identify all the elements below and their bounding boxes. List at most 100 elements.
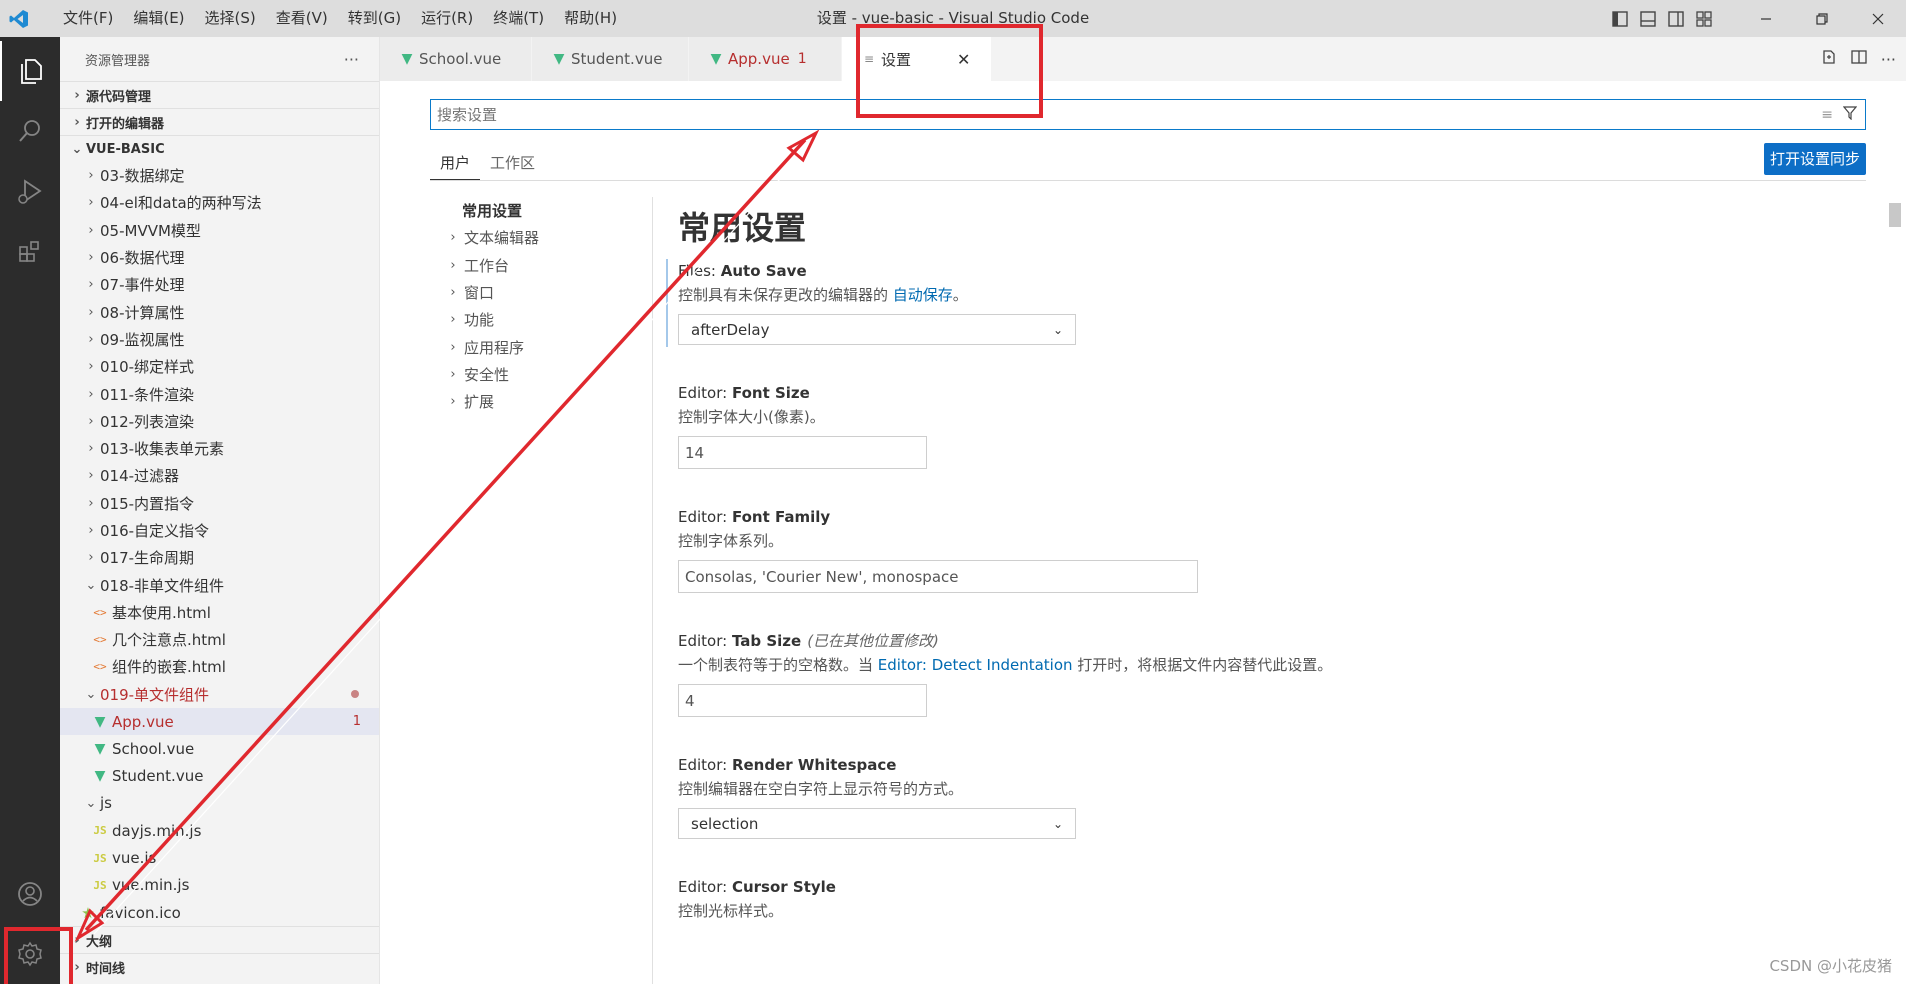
toggle-sidebar-icon[interactable] [1609, 8, 1631, 30]
more-actions-icon[interactable]: ··· [344, 50, 359, 69]
file-row[interactable]: ▼ Student.vue [60, 763, 379, 790]
file-row-app-vue[interactable]: ▼ App.vue 1 [60, 707, 379, 736]
folder-row[interactable]: › 010-绑定样式 [60, 353, 379, 380]
folder-row[interactable]: › 06-数据代理 [60, 244, 379, 271]
menu-run[interactable]: 运行(R) [411, 0, 483, 37]
auto-save-link[interactable]: 自动保存 [893, 286, 953, 304]
run-debug-icon[interactable] [0, 161, 60, 221]
explorer-sidebar: 资源管理器 ··· › 源代码管理 › 打开的编辑器 ⌄ VUE-BASIC › 03-… [60, 37, 380, 984]
file-row[interactable]: ★ favicon.ico [60, 899, 379, 926]
close-window-button[interactable] [1850, 0, 1906, 37]
vue-file-icon: ▼ [710, 51, 722, 67]
accounts-icon[interactable] [0, 864, 60, 924]
turn-on-settings-sync-button[interactable]: 打开设置同步 [1763, 143, 1866, 175]
toc-item-workbench[interactable]: › 工作台 [430, 252, 652, 279]
folder-row[interactable]: › 015-内置指令 [60, 490, 379, 517]
close-icon[interactable]: ✕ [957, 50, 970, 69]
tab-student-vue[interactable]: ▼ Student.vue [532, 37, 689, 81]
folder-row[interactable]: › 016-自定义指令 [60, 517, 379, 544]
settings-list: 常用设置 Files: Auto Save 控制具有未保存更改的编辑器的 自动保… [662, 197, 1822, 984]
file-row[interactable]: JS vue.min.js [60, 872, 379, 899]
tab-user-settings[interactable]: 用户 [430, 147, 481, 180]
file-row[interactable]: <> 几个注意点.html [60, 626, 379, 653]
toc-item-text-editor[interactable]: › 文本编辑器 [430, 224, 652, 251]
folder-row-js[interactable]: ⌄ js [60, 790, 379, 817]
toggle-secondary-sidebar-icon[interactable] [1665, 8, 1687, 30]
auto-save-select[interactable]: afterDelay ⌄ [678, 314, 1076, 345]
file-row[interactable]: JS dayjs.min.js [60, 817, 379, 844]
folder-row[interactable]: › 09-监视属性 [60, 326, 379, 353]
menu-view[interactable]: 查看(V) [266, 0, 338, 37]
vue-file-icon: ▼ [553, 51, 565, 67]
chevron-down-icon: ⌄ [1052, 322, 1063, 337]
filter-icon[interactable] [1842, 105, 1858, 124]
folder-row[interactable]: › 012-列表渲染 [60, 408, 379, 435]
tab-app-vue[interactable]: ▼ App.vue 1 [689, 37, 842, 81]
toc-item-commonly-used[interactable]: 常用设置 [430, 197, 652, 224]
font-size-input[interactable]: 14 [678, 436, 927, 469]
folder-row[interactable]: › 08-计算属性 [60, 298, 379, 325]
menu-bar: 文件(F) 编辑(E) 选择(S) 查看(V) 转到(G) 运行(R) 终端(T… [53, 0, 627, 37]
scrollbar[interactable] [1889, 203, 1901, 227]
watermark: CSDN @小花皮猪 [1769, 957, 1892, 975]
toc-item-security[interactable]: › 安全性 [430, 361, 652, 388]
menu-file[interactable]: 文件(F) [53, 0, 123, 37]
settings-search-input[interactable] [437, 105, 1812, 124]
section-source-control[interactable]: › 源代码管理 [60, 81, 379, 108]
more-actions-icon[interactable]: ··· [1881, 50, 1896, 69]
menu-selection[interactable]: 选择(S) [195, 0, 266, 37]
toc-item-application[interactable]: › 应用程序 [430, 333, 652, 360]
settings-search-box[interactable]: ≡ [430, 99, 1866, 130]
tab-settings[interactable]: ≡ 设置 ✕ [842, 37, 992, 81]
restore-button[interactable] [1794, 0, 1850, 37]
file-row[interactable]: ▼ School.vue [60, 735, 379, 762]
clear-filter-icon[interactable]: ≡ [1821, 107, 1833, 123]
detect-indentation-link[interactable]: Editor: Detect Indentation [878, 656, 1073, 674]
toc-item-extensions[interactable]: › 扩展 [430, 388, 652, 415]
section-project[interactable]: ⌄ VUE-BASIC [60, 135, 379, 162]
font-family-input[interactable]: Consolas, 'Courier New', monospace [678, 560, 1198, 593]
menu-edit[interactable]: 编辑(E) [123, 0, 194, 37]
menu-terminal[interactable]: 终端(T) [483, 0, 554, 37]
tab-school-vue[interactable]: ▼ School.vue [380, 37, 532, 81]
folder-row[interactable]: › 017-生命周期 [60, 544, 379, 571]
open-settings-json-icon[interactable] [1821, 49, 1837, 69]
folder-row-018[interactable]: ⌄ 018-非单文件组件 [60, 571, 379, 598]
customize-layout-icon[interactable] [1693, 8, 1715, 30]
folder-row[interactable]: › 014-过滤器 [60, 462, 379, 489]
section-outline[interactable]: › 大纲 [60, 926, 379, 953]
settings-toc: 常用设置 › 文本编辑器 › 工作台 › 窗口 › 功能 › 应用程序 › 安全性 › 扩展 [430, 197, 653, 984]
chevron-right-icon: › [74, 114, 80, 130]
search-icon[interactable] [0, 101, 60, 161]
chevron-right-icon: › [88, 386, 94, 402]
toc-item-features[interactable]: › 功能 [430, 306, 652, 333]
folder-row[interactable]: › 013-收集表单元素 [60, 435, 379, 462]
folder-row[interactable]: › 07-事件处理 [60, 271, 379, 298]
file-row[interactable]: <> 组件的嵌套.html [60, 653, 379, 680]
folder-row[interactable]: › 05-MVVM模型 [60, 217, 379, 244]
minimize-button[interactable] [1738, 0, 1794, 37]
folder-row[interactable]: › 04-el和data的两种写法 [60, 189, 379, 216]
folder-row[interactable]: › 011-条件渲染 [60, 380, 379, 407]
explorer-icon[interactable] [0, 41, 60, 101]
file-row[interactable]: <> 基本使用.html [60, 599, 379, 626]
section-timeline[interactable]: › 时间线 [60, 953, 379, 980]
render-whitespace-select[interactable]: selection ⌄ [678, 808, 1076, 839]
section-open-editors[interactable]: › 打开的编辑器 [60, 108, 379, 135]
extensions-icon[interactable] [0, 221, 60, 281]
folder-row-019[interactable]: ⌄ 019-单文件组件 [60, 681, 379, 708]
chevron-down-icon: ⌄ [1052, 816, 1063, 831]
split-editor-icon[interactable] [1851, 49, 1867, 69]
menu-help[interactable]: 帮助(H) [554, 0, 627, 37]
manage-gear-icon[interactable] [0, 924, 60, 984]
chevron-down-icon: ⌄ [85, 686, 97, 702]
folder-row[interactable]: › 03-数据绑定 [60, 162, 379, 189]
settings-scope-tabs: 用户 工作区 打开设置同步 [430, 143, 1866, 181]
menu-go[interactable]: 转到(G) [338, 0, 411, 37]
chevron-right-icon: › [450, 230, 456, 246]
tab-workspace-settings[interactable]: 工作区 [480, 147, 545, 180]
toggle-panel-icon[interactable] [1637, 8, 1659, 30]
toc-item-window[interactable]: › 窗口 [430, 279, 652, 306]
file-row[interactable]: JS vue.js [60, 844, 379, 871]
tab-size-input[interactable]: 4 [678, 684, 927, 717]
